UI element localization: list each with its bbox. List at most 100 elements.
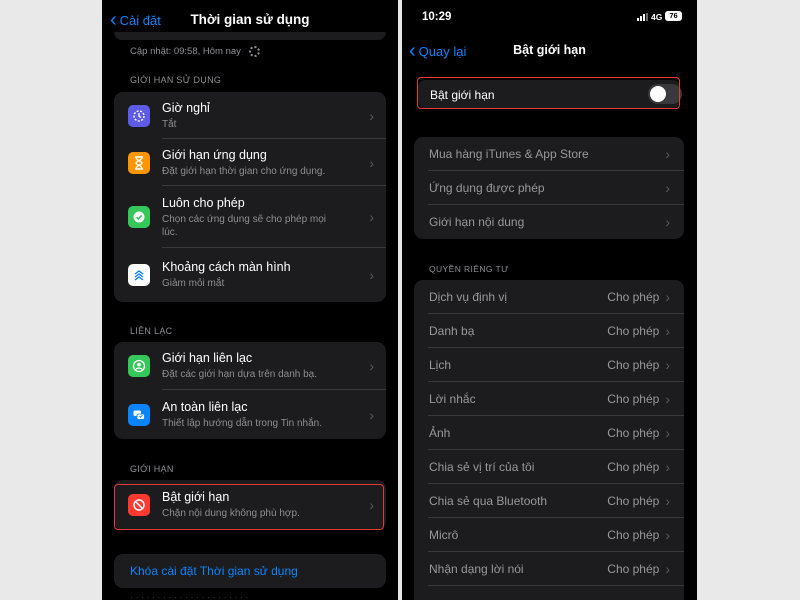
section-header: GIỚI HẠN bbox=[130, 464, 174, 474]
battery-icon: 76 bbox=[665, 11, 682, 21]
row-value: Cho phép bbox=[607, 290, 660, 304]
list-item-bluetooth-sharing[interactable]: Chia sẻ qua Bluetooth Cho phép › bbox=[414, 484, 684, 518]
list-item-allowed-apps[interactable]: Ứng dụng được phép › bbox=[414, 171, 684, 205]
item-title: Giới hạn liên lạc bbox=[162, 351, 253, 365]
chevron-right-icon: › bbox=[665, 357, 670, 373]
person-circle-icon bbox=[128, 355, 150, 377]
chevron-right-icon: › bbox=[665, 323, 670, 339]
highlight-box bbox=[114, 484, 384, 530]
list-item-downtime[interactable]: Giờ nghỉ Tắt › bbox=[114, 92, 386, 139]
lock-settings-group: Khóa cài đặt Thời gian sử dụng bbox=[114, 554, 386, 588]
row-label: Lịch bbox=[429, 358, 452, 372]
chevron-right-icon: › bbox=[369, 267, 374, 283]
item-title: Khoảng cách màn hình bbox=[162, 260, 291, 274]
row-label: Mua hàng iTunes & App Store bbox=[429, 147, 589, 161]
status-bar: 10:29 4G 76 bbox=[402, 0, 697, 28]
list-item-screen-distance[interactable]: Khoảng cách màn hình Giảm mỏi mắt › bbox=[114, 248, 386, 302]
list-item-app-limits[interactable]: Giới hạn ứng dụng Đặt giới hạn thời gian… bbox=[114, 139, 386, 186]
row-label: Chia sẻ vị trí của tôi bbox=[429, 460, 535, 474]
signal-bars-icon bbox=[637, 13, 648, 21]
loading-spinner-icon bbox=[248, 46, 260, 57]
item-title: Luôn cho phép bbox=[162, 195, 245, 210]
chevron-right-icon: › bbox=[369, 154, 374, 171]
update-status-text: Cập nhật: 09:58, Hôm nay bbox=[130, 46, 241, 57]
battery-level: 76 bbox=[669, 11, 678, 20]
highlight-box bbox=[417, 77, 680, 109]
row-value: Cho phép bbox=[607, 528, 660, 542]
chevron-right-icon: › bbox=[665, 391, 670, 407]
content-privacy-restrictions-screen: 10:29 4G 76 ‹ Quay lại Bật giới hạn Bật … bbox=[402, 0, 697, 600]
lock-settings-link[interactable]: Khóa cài đặt Thời gian sử dụng bbox=[130, 564, 298, 578]
row-label: Giới hạn nội dung bbox=[429, 215, 525, 229]
list-item-microphone[interactable]: Micrô Cho phép › bbox=[414, 518, 684, 552]
item-subtitle: Đặt giới hạn thời gian cho ứng dụng. bbox=[162, 165, 326, 177]
status-time: 10:29 bbox=[422, 11, 452, 23]
chevron-right-icon: › bbox=[665, 493, 670, 509]
row-label: Micrô bbox=[429, 528, 459, 542]
usage-limits-group: Giờ nghỉ Tắt › Giới hạn ứng dụng Đặt giớ… bbox=[114, 92, 386, 302]
hourglass-icon bbox=[128, 151, 150, 174]
row-value: Cho phép bbox=[607, 460, 660, 474]
row-value: Cho phép bbox=[607, 392, 660, 406]
chevron-right-icon: › bbox=[369, 209, 374, 225]
list-item-photos[interactable]: Ảnh Cho phép › bbox=[414, 416, 684, 450]
chevron-right-icon: › bbox=[665, 214, 670, 230]
list-item-communication-limits[interactable]: Giới hạn liên lạc Đặt các giới hạn dựa t… bbox=[114, 342, 386, 390]
item-subtitle: Giảm mỏi mắt bbox=[162, 278, 225, 289]
row-label: Danh bạ bbox=[429, 324, 475, 338]
checkmark-icon bbox=[128, 206, 150, 228]
list-item-itunes-app-store[interactable]: Mua hàng iTunes & App Store › bbox=[414, 137, 684, 171]
list-item-always-allowed[interactable]: Luôn cho phép Chọn các ứng dụng sẽ cho p… bbox=[114, 186, 386, 248]
list-item-content-restrictions[interactable]: Giới hạn nội dung › bbox=[414, 205, 684, 239]
list-item-share-my-location[interactable]: Chia sẻ vị trí của tôi Cho phép › bbox=[414, 450, 684, 484]
chevron-right-icon: › bbox=[665, 146, 670, 162]
item-title: Giới hạn ứng dụng bbox=[162, 147, 267, 162]
list-item-location-services[interactable]: Dịch vụ định vị Cho phép › bbox=[414, 280, 684, 314]
item-subtitle: Đặt các giới hạn dựa trên danh bạ. bbox=[162, 369, 318, 380]
list-item-communication-safety[interactable]: An toàn liên lạc Thiết lập hướng dẫn tro… bbox=[114, 390, 386, 439]
chevron-right-icon: › bbox=[665, 561, 670, 577]
moon-clock-icon bbox=[128, 104, 150, 127]
list-item-contacts[interactable]: Danh bạ Cho phép › bbox=[414, 314, 684, 348]
row-label: Lời nhắc bbox=[429, 392, 476, 406]
page-title: Thời gian sử dụng bbox=[190, 12, 310, 27]
chevron-right-icon: › bbox=[369, 406, 374, 423]
item-subtitle: Thiết lập hướng dẫn trong Tin nhắn. bbox=[162, 417, 323, 429]
chevron-right-icon: › bbox=[665, 180, 670, 196]
list-item-reminders[interactable]: Lời nhắc Cho phép › bbox=[414, 382, 684, 416]
chevron-right-icon: › bbox=[369, 358, 374, 374]
row-label: Chia sẻ qua Bluetooth bbox=[429, 494, 548, 508]
list-item-calendars[interactable]: Lịch Cho phép › bbox=[414, 348, 684, 382]
row-value: Cho phép bbox=[607, 494, 660, 508]
chat-bubbles-icon bbox=[128, 403, 150, 426]
row-value: Cho phép bbox=[607, 358, 660, 372]
item-title: An toàn liên lạc bbox=[162, 399, 248, 414]
network-type: 4G bbox=[651, 12, 663, 22]
section-header: LIÊN LẠC bbox=[130, 326, 173, 336]
row-value: Cho phép bbox=[607, 562, 660, 576]
section-header: GIỚI HẠN SỬ DỤNG bbox=[130, 75, 222, 85]
chevron-right-icon: › bbox=[665, 459, 670, 475]
store-content-group: Mua hàng iTunes & App Store › Ứng dụng đ… bbox=[414, 137, 684, 239]
chevron-right-icon: › bbox=[665, 289, 670, 305]
row-value: Cho phép bbox=[607, 426, 660, 440]
chevron-right-icon: › bbox=[665, 425, 670, 441]
section-header: QUYỀN RIÊNG TƯ bbox=[429, 264, 509, 274]
update-status: Cập nhật: 09:58, Hôm nay bbox=[130, 46, 260, 57]
summary-card-edge bbox=[114, 32, 386, 40]
row-label: Nhận dạng lời nói bbox=[429, 562, 524, 576]
item-subtitle: Chọn các ứng dụng sẽ cho phép mọi lúc. bbox=[162, 213, 327, 238]
communication-group: Giới hạn liên lạc Đặt các giới hạn dựa t… bbox=[114, 342, 386, 439]
row-label: Ứng dụng được phép bbox=[429, 181, 545, 195]
chevrons-up-icon bbox=[128, 264, 150, 286]
chevron-right-icon: › bbox=[665, 527, 670, 543]
chevron-right-icon: › bbox=[369, 107, 374, 124]
row-value: Cho phép bbox=[607, 324, 660, 338]
footer-hint-fade: · · · · · · · · · · · · · · · · · · · · … bbox=[130, 592, 249, 600]
item-subtitle: Tắt bbox=[162, 118, 177, 130]
list-item-speech-recognition[interactable]: Nhận dạng lời nói Cho phép › bbox=[414, 552, 684, 586]
row-label: Dịch vụ định vị bbox=[429, 290, 508, 304]
screen-time-settings-screen: ‹ Cài đặt Thời gian sử dụng Cập nhật: 09… bbox=[102, 0, 398, 600]
privacy-group: Dịch vụ định vị Cho phép › Danh bạ Cho p… bbox=[414, 280, 684, 600]
row-label: Ảnh bbox=[429, 426, 451, 440]
